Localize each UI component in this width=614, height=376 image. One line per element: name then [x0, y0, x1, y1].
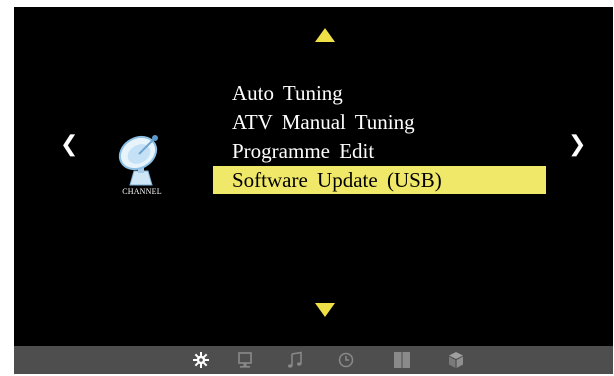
menu-item-programme-edit[interactable]: Programme Edit — [213, 137, 546, 166]
lock-panels-icon[interactable] — [393, 351, 411, 369]
arrow-down-icon[interactable] — [315, 303, 335, 317]
tv-menu-screen: ❮ ❯ CHANNEL Auto Tuning ATV Manual Tunin… — [14, 7, 613, 374]
menu-item-auto-tuning[interactable]: Auto Tuning — [213, 79, 546, 108]
time-clock-icon[interactable] — [337, 351, 355, 369]
category-label: CHANNEL — [122, 187, 162, 196]
setup-cube-icon[interactable] — [447, 351, 465, 369]
channel-menu: Auto Tuning ATV Manual Tuning Programme … — [213, 79, 546, 194]
picture-monitor-icon[interactable] — [236, 351, 254, 369]
arrow-up-icon[interactable] — [315, 28, 335, 42]
menu-item-software-update-usb[interactable]: Software Update (USB) — [213, 166, 546, 194]
sound-note-icon[interactable] — [286, 351, 304, 369]
menu-item-atv-manual-tuning[interactable]: ATV Manual Tuning — [213, 108, 546, 137]
satellite-dish-icon — [116, 131, 166, 187]
channel-gear-icon[interactable] — [192, 351, 210, 369]
nav-right-icon[interactable]: ❯ — [568, 134, 586, 156]
menu-tab-bar — [14, 346, 613, 374]
nav-left-icon[interactable]: ❮ — [60, 134, 78, 156]
